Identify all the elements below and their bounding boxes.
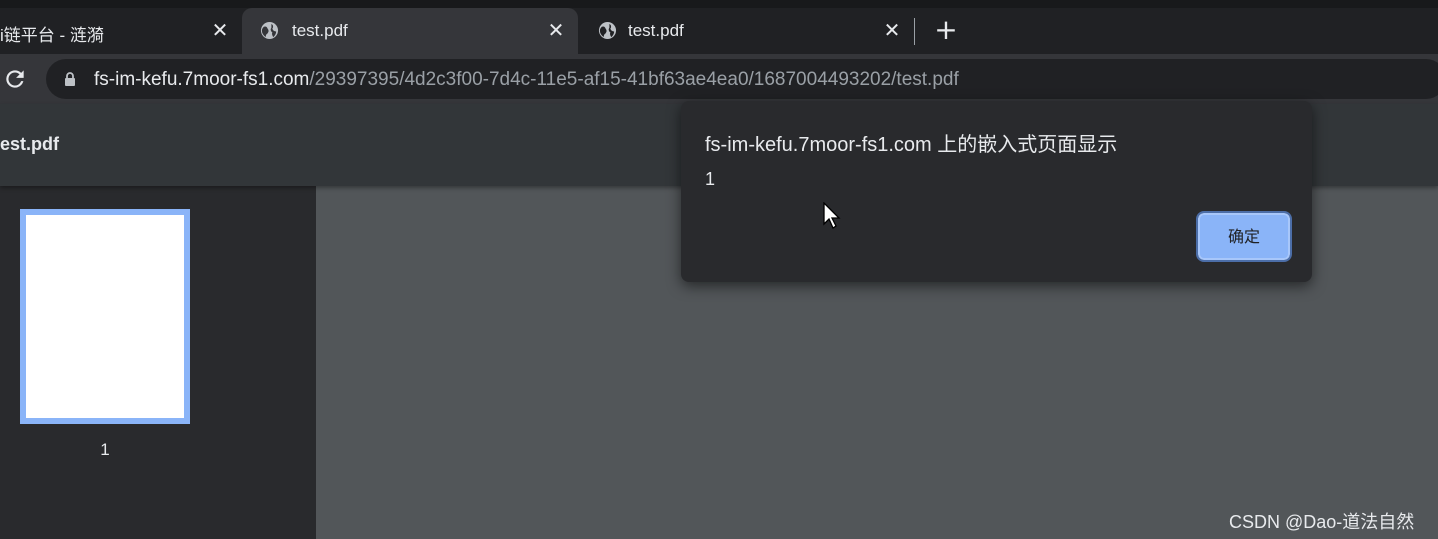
page-thumbnail[interactable] <box>20 209 190 424</box>
lock-icon[interactable] <box>64 72 76 86</box>
browser-toolbar: fs-im-kefu.7moor-fs1.com/29397395/4d2c3f… <box>0 54 1438 104</box>
tab-close-icon[interactable]: ✕ <box>881 19 903 41</box>
dialog-title: fs-im-kefu.7moor-fs1.com 上的嵌入式页面显示 <box>705 134 1118 156</box>
window-top-strip <box>0 0 1438 8</box>
tab-title: test.pdf <box>292 21 348 40</box>
globe-icon <box>260 21 279 40</box>
url-host: fs-im-kefu.7moor-fs1.com <box>94 69 310 90</box>
reload-icon[interactable] <box>2 66 28 92</box>
tab-title: i链平台 - 涟漪 <box>0 26 104 45</box>
pdf-document-title: test.pdf <box>0 134 59 154</box>
address-bar[interactable]: fs-im-kefu.7moor-fs1.com/29397395/4d2c3f… <box>46 59 1438 99</box>
tab-3[interactable]: test.pdf ✕ <box>580 8 912 54</box>
ok-button[interactable]: 确定 <box>1196 211 1292 262</box>
new-tab-button[interactable]: + <box>931 16 961 46</box>
watermark: CSDN @Dao-道法自然 <box>1229 512 1415 532</box>
pdf-thumbnail-sidebar: 1 <box>0 186 316 539</box>
globe-icon <box>598 21 617 40</box>
page-thumbnail-number: 1 <box>100 440 110 459</box>
tab-strip: i链平台 - 涟漪 ✕ test.pdf ✕ test.pdf ✕ + <box>0 8 1438 54</box>
tab-2-active[interactable]: test.pdf ✕ <box>242 8 578 54</box>
url-path: /29397395/4d2c3f00-7d4c-11e5-af15-41bf63… <box>309 69 959 90</box>
tab-title: test.pdf <box>628 21 684 40</box>
tab-1[interactable]: i链平台 - 涟漪 ✕ <box>0 8 240 54</box>
alert-dialog: fs-im-kefu.7moor-fs1.com 上的嵌入式页面显示 1 确定 <box>681 101 1312 282</box>
mouse-cursor-icon <box>823 202 841 229</box>
url-text: fs-im-kefu.7moor-fs1.com/29397395/4d2c3f… <box>94 69 959 91</box>
tab-close-icon[interactable]: ✕ <box>209 19 231 41</box>
dialog-message: 1 <box>705 169 716 189</box>
tab-close-icon[interactable]: ✕ <box>545 19 567 41</box>
tab-separator <box>914 18 915 45</box>
